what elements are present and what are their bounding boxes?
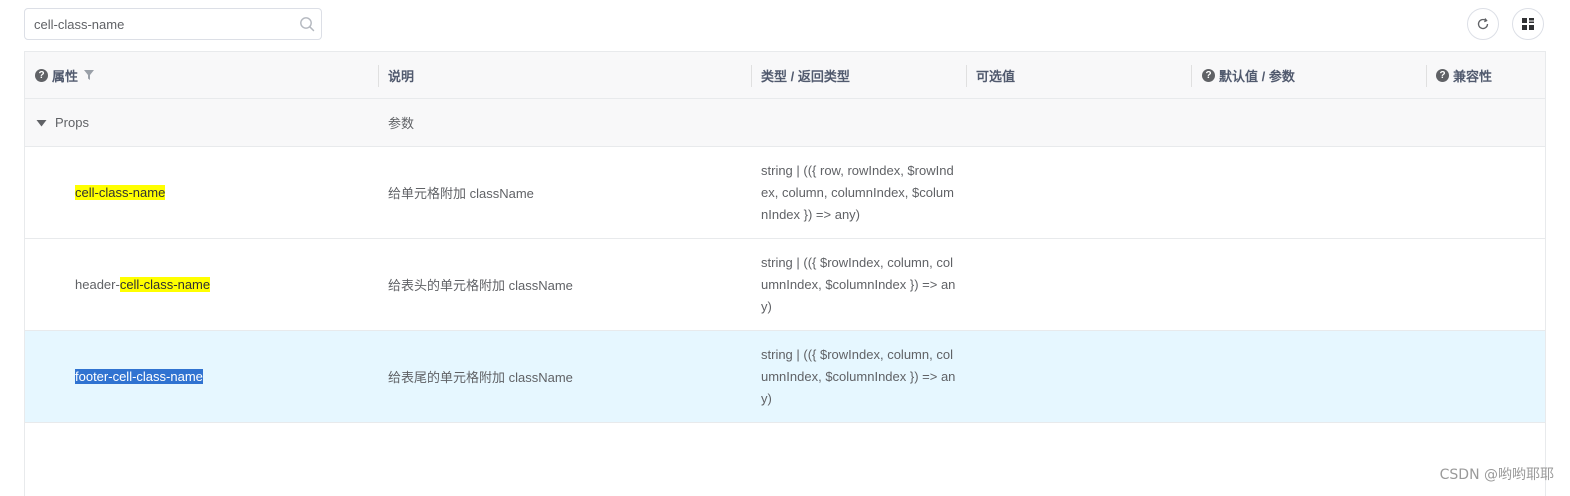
- header-attr[interactable]: ? 属性: [35, 52, 95, 98]
- header-desc: 说明: [388, 68, 415, 84]
- prop-name-cell: header-cell-class-name: [75, 277, 211, 292]
- column-divider[interactable]: [966, 65, 967, 87]
- prop-name-cell: cell-class-name: [75, 147, 166, 238]
- prop-type-cell: string | (({ $rowIndex, column, columnIn…: [761, 254, 956, 314]
- search-highlight: cell-class-name: [119, 277, 211, 292]
- prop-desc-cell: 给单元格附加 className: [388, 186, 534, 201]
- group-desc-cell: 参数: [388, 116, 415, 131]
- grid-icon: [1522, 18, 1534, 30]
- help-circle-icon[interactable]: ?: [1436, 68, 1449, 82]
- search-box[interactable]: [24, 8, 322, 40]
- header-compat: ? 兼容性: [1436, 52, 1492, 98]
- prop-desc-cell: 给表尾的单元格附加 className: [388, 370, 573, 385]
- header-type: 类型 / 返回类型: [761, 68, 850, 84]
- column-divider[interactable]: [751, 65, 752, 87]
- text-selection: footer-cell-class-name: [75, 369, 203, 384]
- watermark: CSDN @哟哟耶耶: [1439, 467, 1554, 483]
- prop-type-cell: string | (({ row, rowIndex, $rowIndex, c…: [761, 162, 954, 222]
- group-name-cell[interactable]: Props: [36, 99, 89, 146]
- prop-type-cell: string | (({ $rowIndex, column, columnIn…: [761, 346, 956, 406]
- search-highlight: cell-class-name: [75, 185, 166, 200]
- header-options: 可选值: [976, 68, 1016, 84]
- search-icon[interactable]: [299, 16, 315, 32]
- help-circle-icon[interactable]: ?: [35, 68, 48, 82]
- filter-icon[interactable]: [83, 69, 95, 81]
- prop-desc-cell: 给表头的单元格附加 className: [388, 278, 573, 293]
- table-row[interactable]: header-cell-class-name 给表头的单元格附加 classNa…: [25, 239, 1545, 331]
- column-divider[interactable]: [378, 65, 379, 87]
- help-circle-icon[interactable]: ?: [1202, 68, 1215, 82]
- prop-name-cell: footer-cell-class-name: [75, 331, 203, 422]
- table-header: ? 属性 说明 类型 / 返回类型 可选值 ? 默认值 / 参数 ? 兼容性: [25, 52, 1545, 99]
- column-divider[interactable]: [1191, 65, 1192, 87]
- search-input[interactable]: [34, 9, 294, 39]
- column-divider[interactable]: [1426, 65, 1427, 87]
- caret-down-icon[interactable]: [36, 119, 47, 127]
- header-default: ? 默认值 / 参数: [1202, 52, 1295, 98]
- table-row-selected[interactable]: footer-cell-class-name 给表尾的单元格附加 classNa…: [25, 331, 1545, 423]
- group-row-props[interactable]: Props 参数: [25, 99, 1545, 147]
- refresh-button[interactable]: [1467, 8, 1499, 40]
- refresh-icon: [1477, 18, 1489, 30]
- props-table: ? 属性 说明 类型 / 返回类型 可选值 ? 默认值 / 参数 ? 兼容性 P…: [24, 51, 1546, 496]
- table-row[interactable]: cell-class-name 给单元格附加 className string …: [25, 147, 1545, 239]
- column-settings-button[interactable]: [1512, 8, 1544, 40]
